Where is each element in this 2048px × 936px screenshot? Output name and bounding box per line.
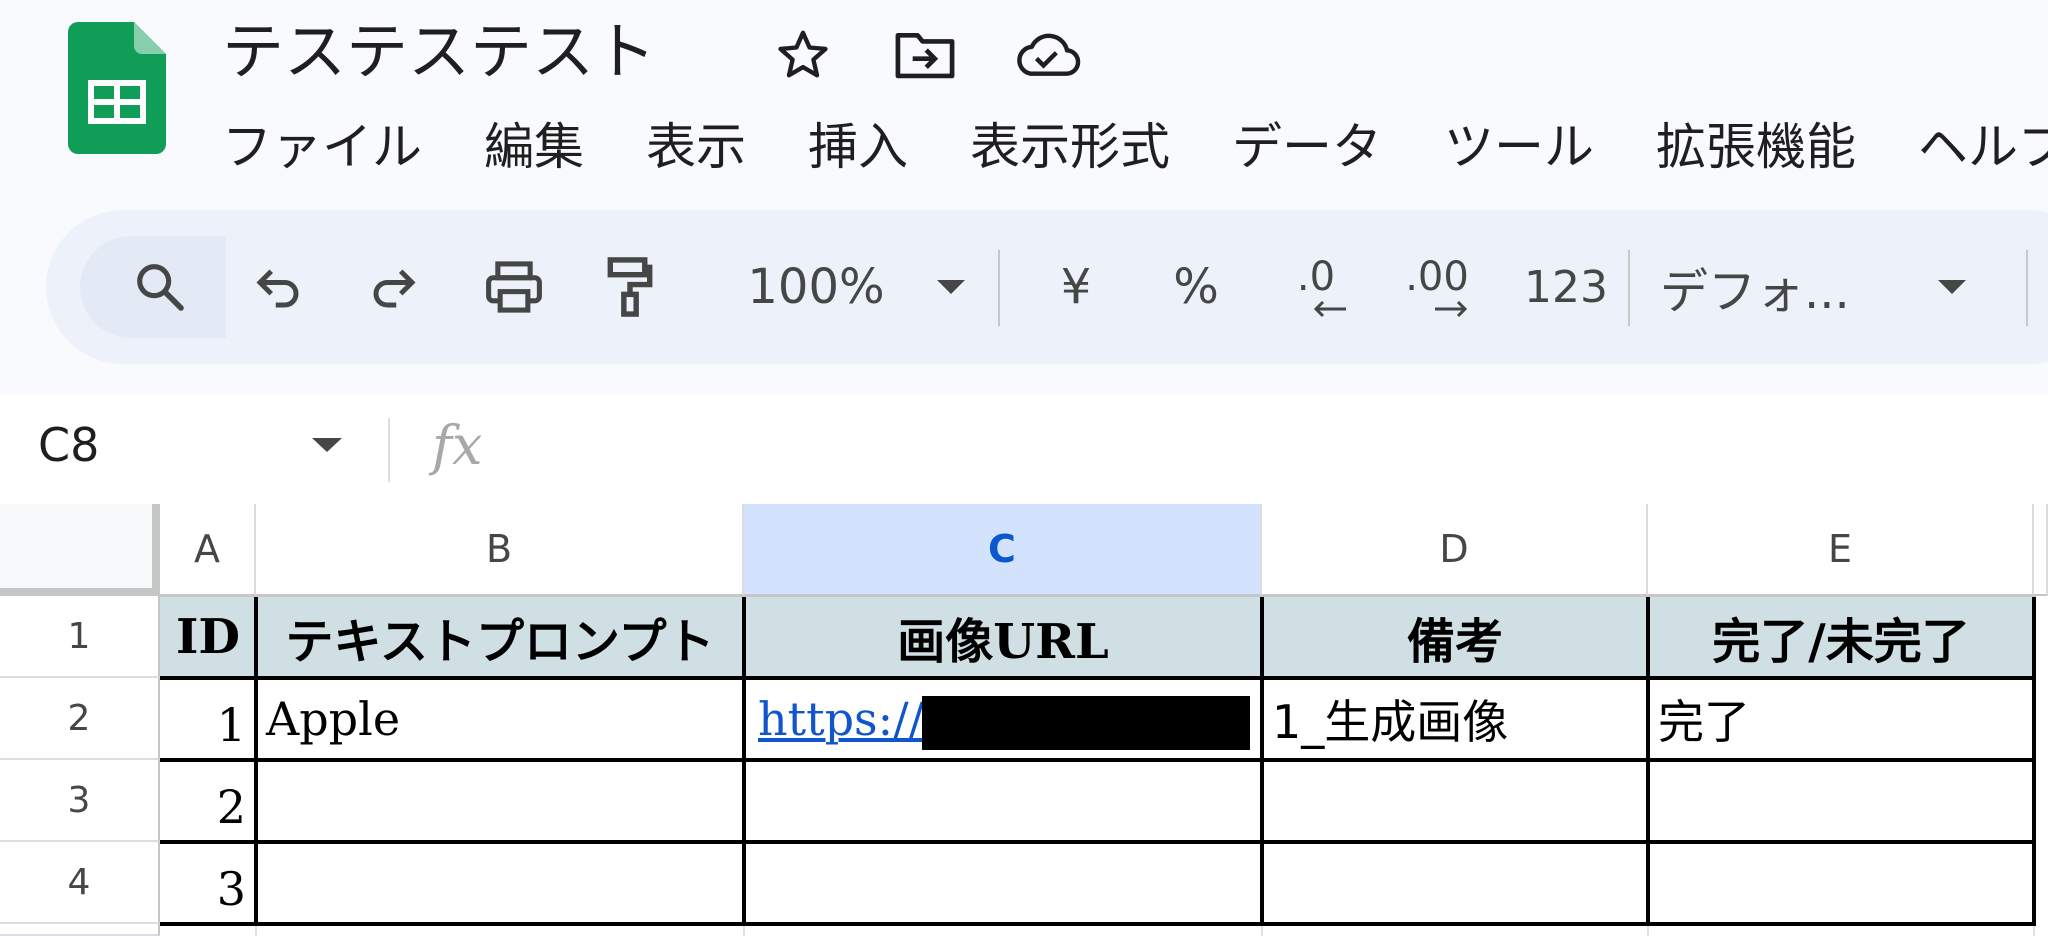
- column-header-e[interactable]: E: [1648, 504, 2034, 596]
- toolbar-separator: [1628, 250, 1630, 326]
- cell-c3[interactable]: [744, 760, 1262, 842]
- star-icon[interactable]: [768, 20, 838, 90]
- cell-b1[interactable]: テキストプロンプト: [256, 596, 744, 678]
- cell-c1[interactable]: 画像URL: [744, 596, 1262, 678]
- cell-b3[interactable]: [256, 760, 744, 842]
- number-format-label: 123: [1524, 261, 1608, 313]
- font-family-value: デフォ...: [1660, 264, 1850, 320]
- fx-icon: fx: [432, 414, 483, 477]
- paint-roller-icon: [607, 257, 653, 317]
- cell-c4[interactable]: [744, 842, 1262, 924]
- toolbar: 100% ¥ % .0 .00 123 デフォ...: [46, 210, 2048, 364]
- menu-file[interactable]: ファイル: [222, 107, 422, 179]
- zoom-dropdown-button[interactable]: [916, 210, 986, 364]
- menu-view[interactable]: 表示: [646, 107, 746, 179]
- zoom-value: 100%: [747, 259, 885, 315]
- column-header-b[interactable]: B: [256, 504, 744, 596]
- number-format-button[interactable]: 123: [1506, 210, 1626, 364]
- undo-button[interactable]: [232, 210, 324, 364]
- menu-format[interactable]: 表示形式: [970, 107, 1170, 179]
- increase-decimal-button[interactable]: .00: [1382, 210, 1492, 364]
- decrease-decimal-label: .0: [1296, 254, 1336, 300]
- arrow-right-icon: [1435, 300, 1468, 318]
- cell-e4[interactable]: [1648, 842, 2034, 924]
- font-dropdown-button[interactable]: [1922, 210, 1982, 364]
- move-folder-icon[interactable]: [890, 20, 960, 90]
- menu-bar: ファイル 編集 表示 挿入 表示形式 データ ツール 拡張機能 ヘルプ: [222, 108, 2048, 178]
- toolbar-separator: [998, 250, 1000, 326]
- cell-b4[interactable]: [256, 842, 744, 924]
- menu-extensions[interactable]: 拡張機能: [1656, 107, 1856, 179]
- spreadsheet-grid: A B C D E 1 2 3 4 ID テキストプロンプト 画像URL 備考 …: [0, 504, 2048, 936]
- row-header-5[interactable]: [0, 924, 160, 936]
- cell-d3[interactable]: [1262, 760, 1648, 842]
- document-title[interactable]: テステステスト: [222, 10, 656, 94]
- percent-format-button[interactable]: %: [1146, 210, 1246, 364]
- row-header-1[interactable]: 1: [0, 596, 160, 678]
- percent-icon: %: [1173, 259, 1219, 315]
- row-header-2[interactable]: 2: [0, 678, 160, 760]
- cell-a3[interactable]: 2: [160, 760, 256, 842]
- menu-edit[interactable]: 編集: [484, 107, 584, 179]
- search-menus-button[interactable]: [110, 210, 210, 364]
- paint-format-button[interactable]: [584, 210, 676, 364]
- menu-tools[interactable]: ツール: [1444, 107, 1594, 179]
- cell-e3[interactable]: [1648, 760, 2034, 842]
- font-family-select[interactable]: デフォ...: [1660, 210, 1910, 364]
- cell-a4[interactable]: 3: [160, 842, 256, 924]
- currency-format-button[interactable]: ¥: [1026, 210, 1126, 364]
- zoom-select[interactable]: 100%: [716, 210, 916, 364]
- cell-d1[interactable]: 備考: [1262, 596, 1648, 678]
- cell-d4[interactable]: [1262, 842, 1648, 924]
- formula-bar-separator: [388, 418, 390, 482]
- increase-decimal-label: .00: [1405, 254, 1469, 300]
- print-icon: [486, 261, 542, 313]
- arrow-left-icon: [1313, 300, 1346, 318]
- caret-down-icon: [1938, 280, 1966, 294]
- print-button[interactable]: [464, 210, 564, 364]
- column-header-c[interactable]: C: [744, 504, 1262, 596]
- menu-help[interactable]: ヘルプ: [1918, 107, 2048, 179]
- column-header-d[interactable]: D: [1262, 504, 1648, 596]
- menu-data[interactable]: データ: [1232, 107, 1382, 179]
- row-header-4[interactable]: 4: [0, 842, 160, 924]
- name-box[interactable]: C8: [38, 418, 99, 472]
- redaction-box: [922, 696, 1250, 750]
- cloud-saved-icon[interactable]: [1012, 20, 1082, 90]
- currency-icon: ¥: [1060, 259, 1092, 315]
- select-all-corner[interactable]: [0, 504, 160, 596]
- toolbar-separator: [2026, 250, 2028, 326]
- cell-e1[interactable]: 完了/未完了: [1648, 596, 2034, 678]
- column-header-f[interactable]: [2034, 504, 2048, 596]
- search-icon: [137, 264, 184, 311]
- redo-icon: [373, 269, 416, 308]
- sheets-logo-icon[interactable]: [68, 22, 166, 154]
- redo-button[interactable]: [348, 210, 440, 364]
- caret-down-icon: [937, 280, 965, 294]
- cell-e2[interactable]: 完了: [1648, 678, 2034, 760]
- name-box-dropdown-icon[interactable]: [312, 438, 342, 452]
- row-header-3[interactable]: 3: [0, 760, 160, 842]
- formula-input[interactable]: [520, 410, 2020, 482]
- column-header-a[interactable]: A: [160, 504, 256, 596]
- cell-a2[interactable]: 1: [160, 678, 256, 760]
- cell-d2[interactable]: 1_生成画像: [1262, 678, 1648, 760]
- undo-icon: [256, 269, 299, 308]
- cell-a1[interactable]: ID: [160, 596, 256, 678]
- decrease-decimal-button[interactable]: .0: [1266, 210, 1366, 364]
- cell-b2[interactable]: Apple: [256, 678, 744, 760]
- menu-insert[interactable]: 挿入: [808, 107, 908, 179]
